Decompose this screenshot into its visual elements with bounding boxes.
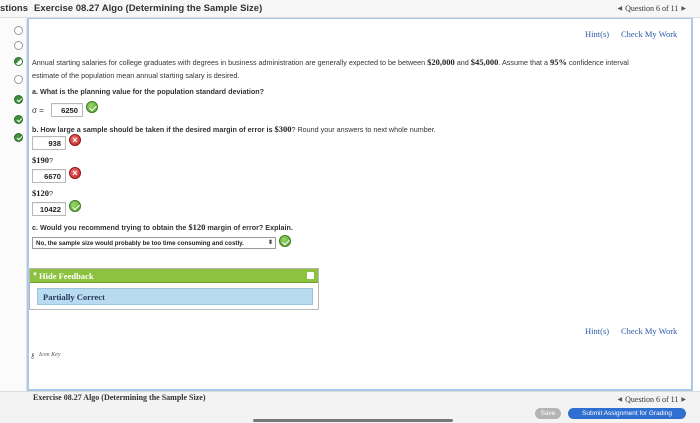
dropdown-caret-icon: ⬍ — [267, 240, 273, 246]
margin-120-label: $120? — [32, 188, 53, 198]
hint-link-bottom[interactable]: Hint(s) — [585, 326, 609, 336]
part-a-prompt: a. What is the planning value for the po… — [32, 87, 265, 96]
questions-nav-title[interactable]: stions — [0, 3, 28, 14]
question-intro-line1: Annual starting salaries for college gra… — [32, 57, 629, 67]
part-b-text: b. How large a sample should be taken if… — [32, 125, 275, 134]
save-button[interactable]: Save — [535, 408, 561, 419]
previous-question-icon[interactable]: ◀ — [617, 5, 622, 12]
footer-exercise-title: Exercise 08.27 Algo (Determining the Sam… — [33, 393, 206, 402]
question-nav: ◀ Question 6 of 11 ▶ — [617, 4, 686, 13]
footer-question-nav: ◀ Question 6 of 11 ▶ — [617, 395, 686, 404]
part-c-prompt: c. Would you recommend trying to obtain … — [32, 222, 293, 232]
incorrect-x-icon: × — [69, 134, 81, 146]
intro-text: and — [456, 58, 469, 67]
confidence-level: 95% — [549, 57, 567, 67]
feedback-status-text: Partially Correct — [43, 292, 105, 302]
part-c-text: margin of error? Explain. — [205, 223, 293, 232]
question-status-empty-icon[interactable] — [14, 41, 23, 50]
question-intro-line2: estimate of the population mean annual s… — [32, 71, 240, 80]
part-c-text: c. Would you recommend trying to obtain … — [32, 223, 189, 232]
question-mark: ? — [49, 156, 53, 165]
margin-190: $190 — [32, 155, 49, 165]
sample-size-120-input[interactable]: 10422 — [32, 202, 66, 216]
previous-question-icon[interactable]: ◀ — [617, 396, 622, 403]
feedback-panel: ▼ Hide Feedback Partially Correct — [29, 268, 319, 310]
intro-text: . Assume that a — [498, 58, 550, 67]
question-status-complete-icon[interactable] — [14, 133, 23, 142]
part-c-dropdown[interactable]: No, the sample size would probably be to… — [32, 237, 276, 249]
margin-300: $300 — [274, 124, 292, 134]
correct-check-icon — [86, 101, 98, 113]
collapse-triangle-icon[interactable]: ▼ — [32, 272, 38, 278]
sample-size-300-input[interactable]: 938 — [32, 136, 66, 150]
hide-feedback-toggle[interactable]: Hide Feedback — [39, 271, 94, 281]
question-status-complete-icon[interactable] — [14, 95, 23, 104]
feedback-header[interactable]: ▼ Hide Feedback — [30, 269, 318, 283]
part-b-prompt: b. How large a sample should be taken if… — [32, 124, 436, 134]
high-salary: $45,000 — [470, 57, 499, 67]
page-root: stions Exercise 08.27 Algo (Determining … — [0, 0, 700, 423]
question-status-empty-icon[interactable] — [14, 75, 23, 84]
exercise-title: Exercise 08.27 Algo (Determining the Sam… — [34, 3, 263, 14]
intro-text: Annual starting salaries for college gra… — [32, 58, 428, 67]
question-status-empty-icon[interactable] — [14, 26, 23, 35]
question-status-complete-icon[interactable] — [14, 115, 23, 124]
sigma-answer-input[interactable]: 6250 — [51, 103, 83, 117]
intro-text: confidence interval — [566, 58, 629, 67]
feedback-status-box: Partially Correct — [37, 288, 313, 305]
hint-link[interactable]: Hint(s) — [585, 29, 609, 39]
margin-120-c: $120 — [188, 222, 206, 232]
check-my-work-link-bottom[interactable]: Check My Work — [621, 326, 677, 336]
incorrect-x-icon: × — [69, 167, 81, 179]
check-my-work-link[interactable]: Check My Work — [621, 29, 677, 39]
correct-check-icon — [69, 200, 81, 212]
part-c-selected-value: No, the sample size would probably be to… — [36, 239, 244, 247]
low-salary: $20,000 — [427, 57, 455, 67]
sigma-label: σ = — [32, 106, 44, 115]
submit-assignment-button[interactable]: Submit Assignment for Grading — [568, 408, 686, 419]
margin-190-label: $190? — [32, 155, 53, 165]
margin-120: $120 — [32, 188, 49, 198]
question-status-partial-icon[interactable] — [14, 57, 23, 66]
sample-size-190-input[interactable]: 6670 — [32, 169, 66, 183]
next-question-icon[interactable]: ▶ — [681, 5, 686, 12]
next-question-icon[interactable]: ▶ — [681, 396, 686, 403]
question-counter: Question 6 of 11 — [625, 4, 679, 13]
question-mark: ? — [49, 189, 53, 198]
part-b-text: ? Round your answers to next whole numbe… — [291, 125, 436, 134]
question-status-column — [0, 19, 27, 391]
correct-check-icon — [279, 235, 291, 247]
footer-question-counter: Question 6 of 11 — [625, 395, 679, 404]
horizontal-scrollbar[interactable] — [253, 419, 453, 422]
feedback-corner-icon — [307, 272, 314, 279]
icon-key-link[interactable]: Icon Key — [39, 352, 61, 358]
key-icon: ⚷ — [30, 353, 36, 360]
